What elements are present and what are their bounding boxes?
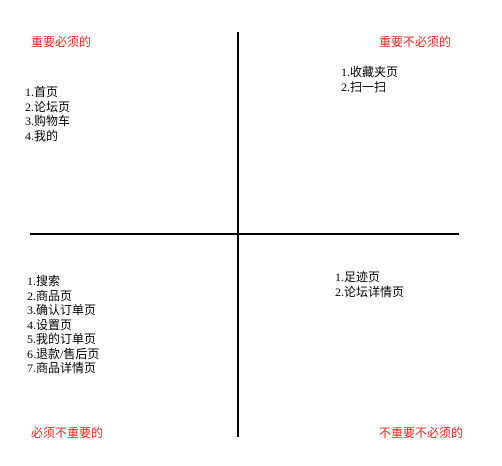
list-item: 1.足迹页 — [335, 270, 381, 284]
list-item: 2.论坛页 — [25, 99, 71, 114]
top-right-list: 1.收藏夹页 2.扫一扫 — [341, 65, 398, 94]
list-item: 4.设置页 — [27, 317, 73, 332]
list-item: 1.搜索 — [27, 274, 61, 288]
list-item: 5.我的订单页 — [27, 332, 97, 346]
list-item: 2.扫一扫 — [341, 79, 387, 94]
quadrant-label-bottom-left: 必须不重要的 — [31, 426, 104, 440]
list-item: 3.确认订单页 — [27, 303, 97, 317]
top-left-list: 1.首页 2.论坛页 3.购物车 4.我的 — [25, 85, 70, 143]
list-item: 4.我的 — [25, 128, 59, 143]
quadrant-label-top-right: 重要不必须的 — [379, 35, 452, 49]
quadrant-label-top-left: 重要必须的 — [31, 35, 92, 49]
bottom-right-list: 1.足迹页 2.论坛详情页 — [335, 270, 404, 299]
list-item: 2.论坛详情页 — [335, 284, 405, 299]
list-item: 2.商品页 — [27, 288, 73, 303]
list-item: 1.收藏夹页 — [341, 65, 399, 79]
list-item: 6.退款/售后页 — [27, 346, 100, 361]
list-item: 3.购物车 — [25, 114, 71, 128]
list-item: 7.商品详情页 — [27, 361, 97, 375]
list-item: 1.首页 — [25, 85, 59, 99]
quadrant-label-bottom-right: 不重要不必须的 — [379, 426, 464, 440]
bottom-left-list: 1.搜索 2.商品页 3.确认订单页 4.设置页 5.我的订单页 6.退款/售后… — [27, 274, 99, 376]
horizontal-axis — [30, 233, 459, 235]
